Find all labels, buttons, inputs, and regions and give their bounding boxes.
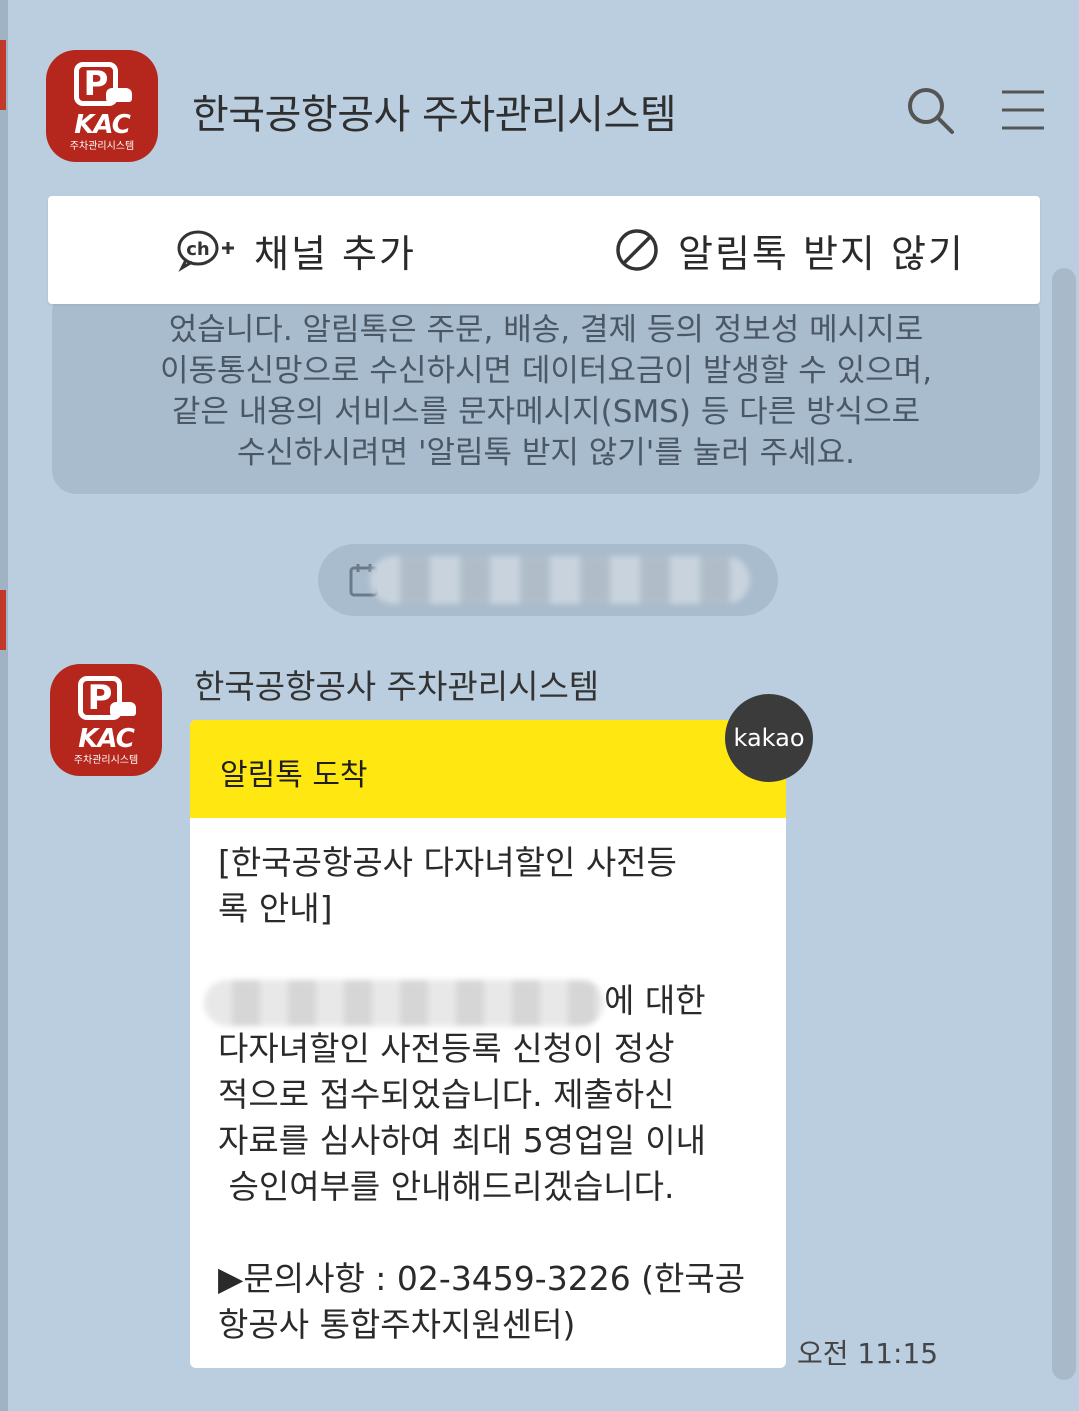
channel-logo[interactable]: P KAC 주차관리시스템 (46, 50, 158, 162)
chat-title: 한국공항공사 주차관리시스템 (192, 92, 677, 138)
notice-line: 같은 내용의 서비스를 문자메시지(SMS) 등 다른 방식으로 (171, 394, 921, 430)
alimtalk-header: 알림톡 도착 (190, 720, 786, 818)
message-title: [한국공항공사 다자녀할인 사전등 (218, 843, 677, 882)
search-icon[interactable] (904, 84, 956, 136)
message-line: 자료를 심사하여 최대 5영업일 이내 (218, 1120, 706, 1160)
alimtalk-header-label: 알림톡 도착 (220, 758, 368, 793)
block-alimtalk-button[interactable]: 알림톡 받지 않기 (614, 224, 965, 276)
add-channel-button[interactable]: ch 채널 추가 (176, 224, 416, 276)
redacted-text (204, 979, 604, 1026)
left-window-edge (0, 0, 8, 1411)
channel-actions-bar: ch 채널 추가 알림톡 받지 않기 (48, 196, 1040, 304)
notice-line: 수신하시려면 '알림톡 받지 않기'를 눌러 주세요. (236, 435, 856, 471)
contact-line: 항공사 통합주차지원센터) (218, 1304, 576, 1344)
svg-text:ch: ch (186, 239, 209, 260)
message-title: 록 안내] (218, 889, 333, 928)
channel-plus-icon: ch (177, 230, 234, 272)
sender-avatar[interactable]: P KAC 주차관리시스템 (50, 664, 162, 776)
message-line: 적으로 접수되었습니다. 제출하신 (218, 1074, 675, 1114)
edge-mark (0, 590, 6, 650)
alimtalk-message-bubble[interactable]: 알림톡 도착 [한국공항공사 다자녀할인 사전등 록 안내] 에 대한 다자녀할… (190, 720, 786, 1368)
contact-line: ▶문의사항 : 02-3459-3226 (한국공 (218, 1258, 746, 1298)
logo-sub-text: 주차관리시스템 (69, 141, 135, 152)
kakao-badge: kakao (725, 694, 813, 782)
sender-name: 한국공항공사 주차관리시스템 (194, 667, 600, 706)
notice-line: 이동통신망으로 수신하시면 데이터요금이 발생할 수 있으며, (159, 353, 933, 389)
redacted-date (370, 556, 750, 604)
notice-line: 었습니다. 알림톡은 주문, 배송, 결제 등의 정보성 메시지로 (168, 312, 924, 348)
logo-kac-text: KAC (74, 110, 131, 140)
scrollbar[interactable] (1052, 268, 1076, 1380)
menu-icon[interactable] (998, 84, 1050, 136)
message-line: 승인여부를 안내해드리겠습니다. (218, 1166, 675, 1206)
message-line: 에 대한 (204, 978, 758, 1026)
message-line: 다자녀할인 사전등록 신청이 정상 (218, 1028, 675, 1068)
add-channel-label: 채널 추가 (254, 231, 416, 276)
block-alimtalk-label: 알림톡 받지 않기 (678, 231, 965, 276)
alimtalk-notice: 었습니다. 알림톡은 주문, 배송, 결제 등의 정보성 메시지로 이동통신망으… (52, 288, 1040, 494)
message-body: [한국공항공사 다자녀할인 사전등 록 안내] 에 대한 다자녀할인 사전등록 … (190, 818, 786, 1348)
block-icon (616, 229, 658, 271)
edge-mark (0, 40, 6, 110)
message-timestamp: 오전 11:15 (797, 1337, 939, 1370)
